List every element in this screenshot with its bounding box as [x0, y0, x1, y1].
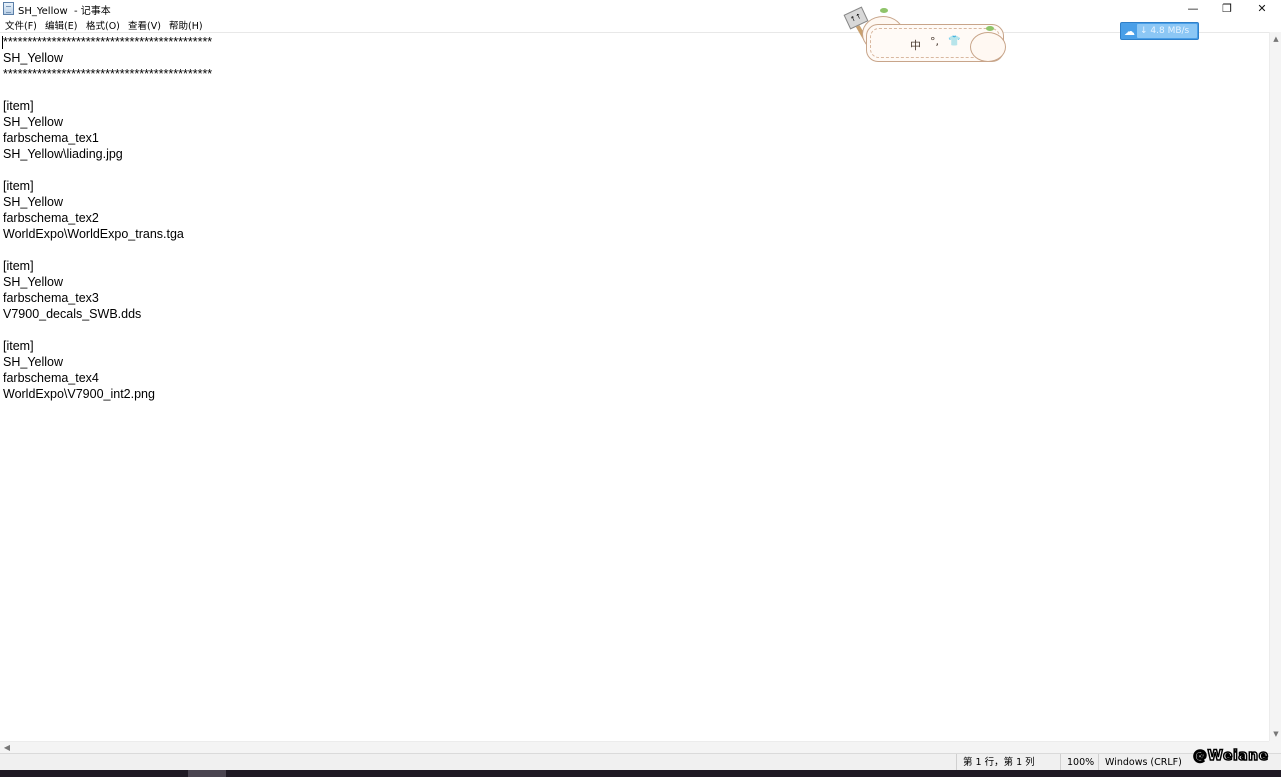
text-line[interactable]: farbschema_tex1 — [3, 130, 212, 146]
status-bar: 第 1 行，第 1 列 100% Windows (CRLF) — [0, 753, 1281, 771]
text-line[interactable]: farbschema_tex4 — [3, 370, 212, 386]
ime-punct-toggle[interactable]: °, — [930, 35, 939, 48]
scroll-up-icon[interactable]: ▲ — [1270, 34, 1281, 44]
text-line[interactable]: [item] — [3, 258, 212, 274]
document-content[interactable]: ****************************************… — [3, 34, 212, 402]
ime-mode-toggle[interactable]: 中 — [910, 37, 921, 53]
menu-format[interactable]: 格式(O) — [86, 18, 120, 32]
menu-view[interactable]: 查看(V) — [128, 18, 161, 32]
text-line[interactable]: V7900_decals_SWB.dds — [3, 306, 212, 322]
text-line[interactable]: SH_Yellow\liading.jpg — [3, 146, 212, 162]
menu-help[interactable]: 帮助(H) — [169, 18, 203, 32]
text-line[interactable]: farbschema_tex3 — [3, 290, 212, 306]
minimize-button[interactable]: — — [1176, 0, 1210, 17]
mascot-face-icon — [970, 32, 1006, 62]
text-line[interactable]: SH_Yellow — [3, 274, 212, 290]
leaf-icon — [986, 26, 994, 31]
ime-skin-icon[interactable]: 👕 — [948, 36, 960, 47]
text-line[interactable] — [3, 162, 212, 178]
watermark: @Weiane — [1192, 747, 1269, 765]
title-bar: SH_Yellow - 记事本 — ❐ ✕ — [0, 0, 1281, 17]
close-button[interactable]: ✕ — [1245, 0, 1279, 17]
text-line[interactable]: SH_Yellow — [3, 354, 212, 370]
text-line[interactable] — [3, 242, 212, 258]
taskbar — [0, 770, 1281, 777]
ime-toolbar[interactable]: ↑↑ 中 °, 👕 — [842, 2, 1010, 68]
leaf-icon — [880, 8, 888, 13]
net-speed-widget[interactable]: ☁ ↓ 4.8 MB/s — [1120, 22, 1199, 40]
scroll-down-icon[interactable]: ▼ — [1270, 729, 1281, 739]
cloud-icon: ☁ — [1124, 25, 1135, 38]
text-line[interactable]: WorldExpo\V7900_int2.png — [3, 386, 212, 402]
text-line[interactable]: [item] — [3, 178, 212, 194]
download-speed: ↓ 4.8 MB/s — [1137, 24, 1197, 38]
line-ending: Windows (CRLF) — [1098, 754, 1193, 771]
text-line[interactable]: [item] — [3, 338, 212, 354]
scrollbar-corner — [1269, 741, 1281, 753]
text-line[interactable]: farbschema_tex2 — [3, 210, 212, 226]
text-line[interactable]: SH_Yellow — [3, 114, 212, 130]
window-title: SH_Yellow - 记事本 — [18, 6, 111, 17]
taskbar-active-item[interactable] — [188, 770, 226, 777]
text-line[interactable]: [item] — [3, 98, 212, 114]
text-line[interactable]: SH_Yellow — [3, 50, 212, 66]
vertical-scrollbar[interactable]: ▲ ▼ — [1269, 32, 1281, 741]
horizontal-scrollbar[interactable]: ◀ — [0, 741, 1269, 753]
text-editor[interactable]: ****************************************… — [0, 32, 1269, 741]
text-line[interactable] — [3, 322, 212, 338]
cursor-position: 第 1 行，第 1 列 — [956, 754, 1060, 771]
menu-edit[interactable]: 编辑(E) — [45, 18, 77, 32]
notepad-icon — [3, 2, 14, 15]
restore-button[interactable]: ❐ — [1210, 0, 1244, 17]
zoom-level: 100% — [1060, 754, 1098, 771]
text-line[interactable]: WorldExpo\WorldExpo_trans.tga — [3, 226, 212, 242]
menu-file[interactable]: 文件(F) — [5, 18, 37, 32]
text-line[interactable]: ****************************************… — [3, 34, 212, 50]
text-line[interactable]: SH_Yellow — [3, 194, 212, 210]
text-line[interactable]: ****************************************… — [3, 66, 212, 82]
text-line[interactable] — [3, 82, 212, 98]
menu-bar: 文件(F) 编辑(E) 格式(O) 查看(V) 帮助(H) — [0, 17, 1281, 32]
